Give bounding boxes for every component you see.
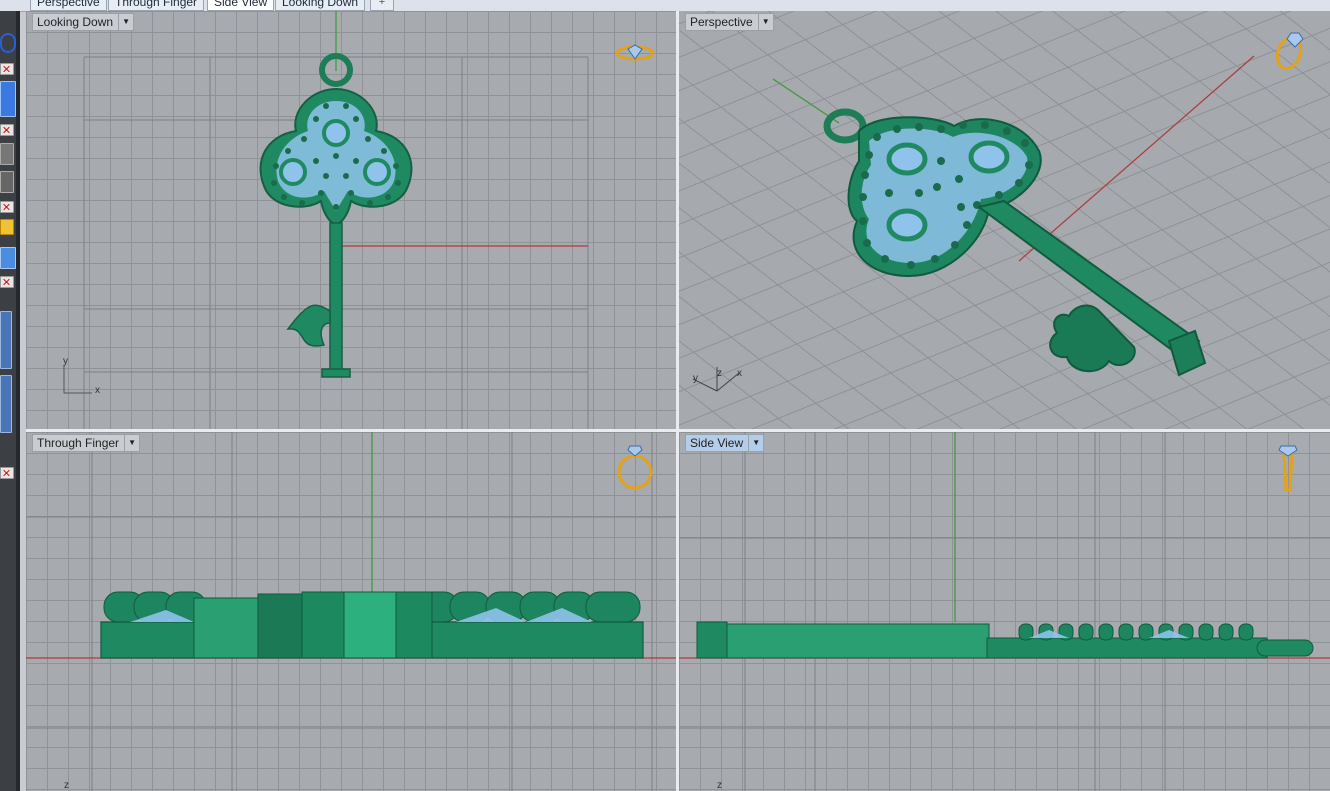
viewport-title-text: Looking Down [37, 15, 114, 29]
x-axis-label: x [95, 385, 100, 396]
viewport-divider-vertical[interactable] [676, 11, 679, 791]
close-toolbar-icon[interactable] [0, 124, 14, 136]
viewport-perspective[interactable]: y z x Perspective ▼ [679, 11, 1330, 429]
viewport-title-looking-down[interactable]: Looking Down ▼ [32, 13, 135, 31]
tab-perspective[interactable]: Perspective [30, 0, 107, 11]
gumball-tool-icon[interactable] [0, 247, 16, 269]
grid-tool-icon[interactable] [0, 171, 14, 193]
toolbar-strip[interactable] [0, 311, 12, 369]
chevron-down-icon[interactable]: ▼ [118, 14, 133, 30]
viewport-title-text: Perspective [690, 15, 753, 29]
chevron-down-icon[interactable]: ▼ [124, 435, 139, 451]
ring-front-widget-icon[interactable] [616, 442, 654, 492]
ring-top-view-widget-icon[interactable] [614, 41, 656, 65]
viewport-title-through-finger[interactable]: Through Finger ▼ [32, 434, 141, 452]
ring-perspective-widget-icon[interactable] [1271, 27, 1311, 73]
close-toolbar-icon[interactable] [0, 63, 14, 75]
chevron-down-icon[interactable]: ▼ [748, 435, 763, 451]
y-axis-label: y [63, 356, 68, 367]
x-axis-line [1018, 55, 1255, 262]
toolbar-button[interactable] [0, 143, 14, 165]
viewport-title-perspective[interactable]: Perspective ▼ [685, 13, 774, 31]
viewport-title-text: Side View [690, 436, 744, 450]
tab-through-finger[interactable]: Through Finger [108, 0, 205, 11]
z-axis-label: z [717, 368, 722, 379]
side-view-scene [679, 432, 1330, 791]
x-axis-label: x [737, 368, 742, 379]
z-axis-label: z [717, 780, 722, 791]
viewport-divider-horizontal[interactable] [26, 429, 1330, 432]
viewport-title-side-view[interactable]: Side View ▼ [685, 434, 765, 452]
tab-looking-down[interactable]: Looking Down [275, 0, 366, 11]
close-toolbar-icon[interactable] [0, 201, 14, 213]
through-finger-scene [26, 432, 676, 791]
looking-down-scene [63, 11, 589, 429]
chevron-down-icon[interactable]: ▼ [757, 14, 773, 30]
ring-side-widget-icon[interactable] [1275, 442, 1301, 494]
viewport-title-text: Through Finger [37, 436, 120, 450]
y-axis-label: y [693, 373, 698, 384]
key-pendant-top[interactable] [259, 53, 413, 378]
z-axis-label: z [64, 780, 69, 791]
tab-side-view[interactable]: Side View [207, 0, 275, 11]
left-toolbar [0, 11, 20, 791]
toolbar-strip[interactable] [0, 375, 12, 433]
add-tab-icon[interactable]: + [370, 0, 394, 11]
circle-tool-icon[interactable] [0, 33, 16, 53]
key-pendant-perspective[interactable] [823, 108, 1207, 377]
toolbar-button-blue[interactable] [0, 81, 16, 117]
close-toolbar-icon[interactable] [0, 276, 14, 288]
viewport-side-view[interactable]: z Side View ▼ [679, 432, 1330, 791]
perspective-scene [692, 55, 1255, 392]
close-toolbar-icon[interactable] [0, 467, 14, 479]
viewport-looking-down[interactable]: y x Looking Down ▼ [26, 11, 676, 429]
key-pendant-front[interactable] [100, 591, 644, 659]
layer-tool-icon[interactable] [0, 219, 14, 235]
viewport-through-finger[interactable]: z Through Finger ▼ [26, 432, 676, 791]
key-pendant-side[interactable] [696, 621, 1314, 659]
